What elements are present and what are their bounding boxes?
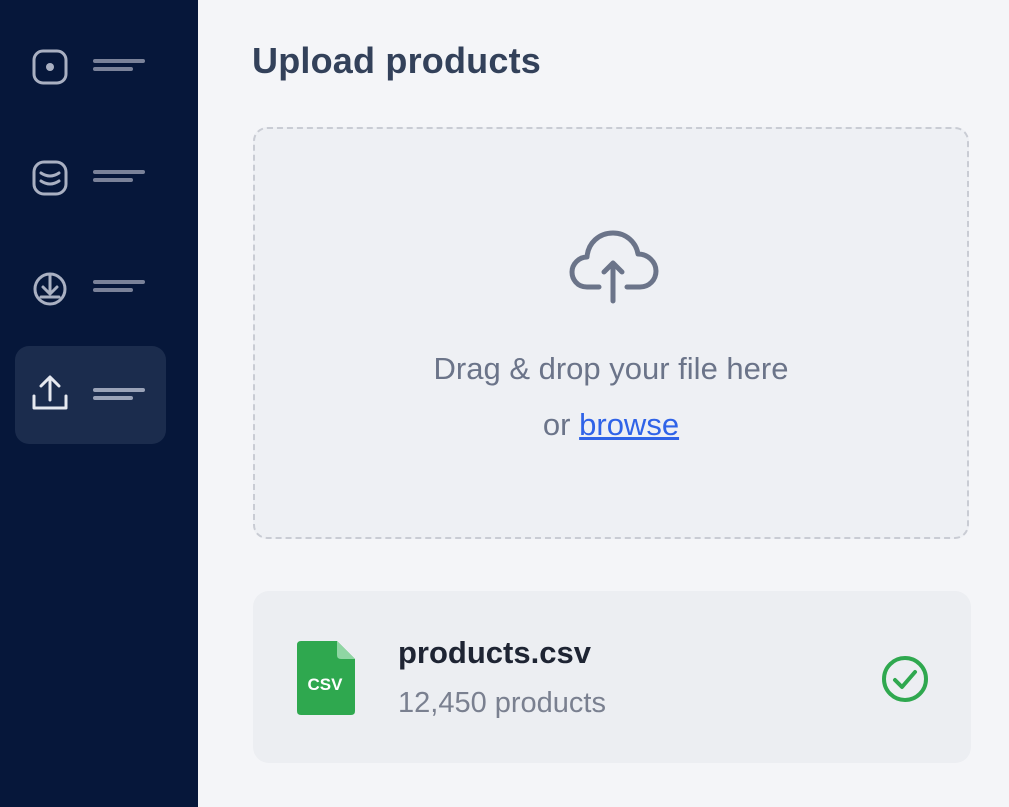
upload-icon — [32, 375, 68, 410]
sidebar-item-label-placeholder — [93, 388, 145, 402]
file-icon-label: CSV — [308, 675, 344, 694]
sidebar-item-label-placeholder — [93, 59, 145, 73]
file-product-count: 12,450 products — [398, 687, 606, 719]
file-name: products.csv — [398, 635, 591, 670]
sidebar-item-dashboard[interactable] — [15, 18, 166, 116]
sidebar-item-label-placeholder — [93, 170, 145, 184]
app-window: Upload products Drag & drop your file he… — [0, 0, 1009, 807]
sidebar-item-label-placeholder — [93, 280, 145, 294]
sidebar-item-database[interactable] — [15, 129, 166, 227]
sidebar — [0, 0, 198, 807]
page-title: Upload products — [252, 40, 541, 81]
file-dropzone[interactable]: Drag & drop your file here or browse — [253, 127, 969, 539]
cloud-upload-icon — [569, 230, 659, 304]
sidebar-item-import[interactable] — [15, 239, 166, 337]
sidebar-item-upload[interactable] — [15, 346, 166, 444]
check-circle-icon — [882, 656, 928, 702]
dropzone-browse-line: or browse — [255, 407, 967, 443]
csv-file-icon: CSV — [297, 641, 355, 715]
import-icon — [33, 272, 67, 306]
uploaded-file-card: CSV products.csv 12,450 products — [253, 591, 971, 763]
dashboard-icon — [32, 49, 68, 85]
dropzone-instruction: Drag & drop your file here — [433, 351, 789, 386]
dropzone-or-text: or — [542, 407, 571, 442]
main-content: Upload products Drag & drop your file he… — [198, 0, 1009, 807]
browse-link[interactable]: browse — [579, 407, 679, 442]
database-icon — [32, 160, 68, 196]
